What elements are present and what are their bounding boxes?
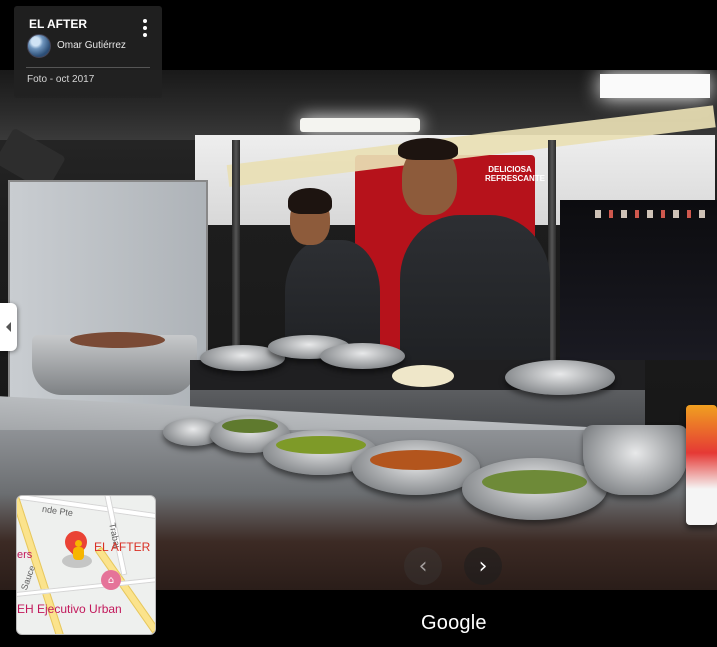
map-place-label: EL AFTER (94, 540, 151, 554)
minimap[interactable]: nde Pte Sauce Trabaj ers EL AFTER ⌂ EH E… (16, 495, 156, 635)
avatar[interactable] (27, 34, 51, 58)
street-label: Sauce (19, 564, 38, 592)
pot-meat (70, 332, 165, 348)
partial-place-label: ers (17, 549, 33, 561)
chevron-left-icon[interactable] (0, 303, 17, 351)
salsa-roja (370, 450, 462, 470)
city-lights (595, 210, 705, 218)
map-road (17, 496, 155, 522)
canopy-light (300, 118, 420, 132)
divider (26, 67, 150, 68)
street-view-viewer[interactable]: DELICIOSA REFRESCANTE EL AFTER Omar Guti… (0, 0, 717, 647)
pickled-vegetables (482, 470, 587, 494)
bowl (320, 343, 405, 369)
info-card: EL AFTER Omar Gutiérrez Foto - oct 2017 (14, 6, 162, 98)
photo-date: Foto - oct 2017 (27, 74, 95, 85)
canopy-light (600, 74, 710, 98)
condiment-bottle (686, 405, 717, 525)
next-photo-button[interactable]: › (464, 547, 502, 585)
prev-photo-button[interactable]: ‹ (404, 547, 442, 585)
google-logo: Google (421, 612, 487, 634)
pegman-icon (72, 540, 84, 566)
bowl (505, 360, 615, 395)
hotel-icon: ⌂ (101, 570, 121, 590)
salsa-green (222, 419, 278, 433)
more-vert-icon[interactable] (135, 16, 155, 40)
salsa-verde (276, 436, 366, 454)
author-name[interactable]: Omar Gutiérrez (57, 40, 126, 51)
steel-pot (583, 425, 688, 495)
map-road (95, 546, 155, 634)
map-hotel-label: EH Ejecutivo Urban (17, 602, 122, 616)
fridge-sign: DELICIOSA REFRESCANTE (485, 165, 546, 183)
night-background (560, 200, 717, 360)
place-title[interactable]: EL AFTER (29, 17, 87, 31)
onions (392, 365, 454, 387)
